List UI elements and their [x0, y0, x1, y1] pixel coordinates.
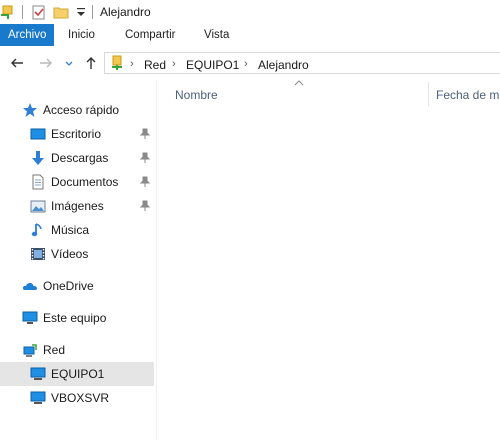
breadcrumb-separator-icon[interactable]: ›	[130, 58, 134, 70]
network-icon	[23, 344, 37, 357]
nav-musica-label: Música	[51, 223, 90, 237]
ribbon-tabs: Archivo Inicio Compartir Vista	[0, 24, 500, 47]
breadcrumb-separator-icon[interactable]: ›	[172, 58, 176, 70]
nav-musica[interactable]: Música	[0, 218, 154, 242]
nav-imagenes[interactable]: Imágenes	[0, 194, 154, 218]
up-arrow-icon[interactable]	[83, 55, 99, 71]
pin-icon[interactable]	[140, 200, 150, 212]
forward-arrow-icon[interactable]	[38, 55, 54, 71]
breadcrumb-separator-icon[interactable]: ›	[244, 58, 248, 70]
film-strip-icon	[31, 248, 45, 260]
column-separator[interactable]	[428, 82, 429, 106]
title-bar: Alejandro	[0, 0, 500, 24]
tab-archivo[interactable]: Archivo	[0, 24, 55, 46]
tab-compartir[interactable]: Compartir	[117, 24, 183, 46]
computer-icon	[22, 311, 38, 324]
nav-documentos[interactable]: Documentos	[0, 170, 154, 194]
pin-icon[interactable]	[140, 152, 150, 164]
download-arrow-icon	[32, 151, 44, 165]
nav-descargas-label: Descargas	[51, 151, 109, 165]
pictures-icon	[30, 200, 46, 213]
nav-documentos-label: Documentos	[51, 175, 119, 189]
nav-red-label: Red	[43, 343, 66, 357]
tab-vista[interactable]: Vista	[196, 24, 237, 46]
file-list-area[interactable]	[157, 110, 500, 440]
nav-descargas[interactable]: Descargas	[0, 146, 154, 170]
sort-ascending-icon	[294, 80, 304, 86]
nav-videos[interactable]: Vídeos	[0, 242, 154, 266]
column-header-fecha[interactable]: Fecha de mo	[436, 88, 500, 102]
nav-quick-access-label: Acceso rápido	[43, 103, 120, 117]
new-folder-icon[interactable]	[53, 4, 69, 20]
breadcrumb-equipo1[interactable]: EQUIPO1	[186, 58, 239, 72]
breadcrumb-red[interactable]: Red	[144, 58, 166, 72]
nav-vboxsvr[interactable]: VBOXSVR	[0, 386, 154, 410]
window-title: Alejandro	[100, 5, 151, 19]
nav-equipo1-label: EQUIPO1	[51, 367, 105, 381]
music-note-icon	[31, 223, 42, 237]
nav-equipo1[interactable]: EQUIPO1	[0, 362, 154, 386]
nav-onedrive-label: OneDrive	[43, 279, 94, 293]
properties-icon[interactable]	[0, 4, 16, 20]
nav-onedrive[interactable]: OneDrive	[0, 274, 154, 298]
clipboard-check-icon[interactable]	[31, 4, 47, 20]
toolbar-separator	[92, 5, 93, 19]
star-icon	[23, 103, 37, 117]
column-header-nombre[interactable]: Nombre	[175, 88, 218, 102]
pin-icon[interactable]	[140, 176, 150, 188]
network-folder-icon	[112, 55, 122, 70]
computer-icon	[30, 367, 46, 380]
recent-locations-chevron-icon[interactable]	[64, 55, 74, 71]
nav-este-equipo[interactable]: Este equipo	[0, 306, 154, 330]
back-arrow-icon[interactable]	[9, 55, 25, 71]
tab-inicio[interactable]: Inicio	[60, 24, 103, 46]
document-icon	[32, 174, 44, 190]
nav-imagenes-label: Imágenes	[51, 199, 104, 213]
toolbar-separator	[22, 5, 23, 19]
nav-escritorio-label: Escritorio	[51, 127, 102, 141]
nav-vboxsvr-label: VBOXSVR	[51, 391, 110, 405]
desktop-icon	[30, 128, 46, 140]
nav-escritorio[interactable]: Escritorio	[0, 122, 154, 146]
address-bar[interactable]: › Red › EQUIPO1 › Alejandro	[104, 52, 500, 74]
nav-quick-access[interactable]: Acceso rápido	[0, 98, 154, 122]
pin-icon[interactable]	[140, 128, 150, 140]
navigation-pane: Acceso rápido Escritorio Descargas Docum…	[0, 80, 157, 440]
nav-videos-label: Vídeos	[51, 247, 89, 261]
breadcrumb-alejandro[interactable]: Alejandro	[258, 58, 309, 72]
customize-toolbar-chevron-icon[interactable]	[73, 4, 89, 20]
nav-red[interactable]: Red	[0, 338, 154, 362]
nav-este-equipo-label: Este equipo	[43, 311, 107, 325]
cloud-icon	[22, 282, 37, 290]
computer-icon	[30, 391, 46, 404]
